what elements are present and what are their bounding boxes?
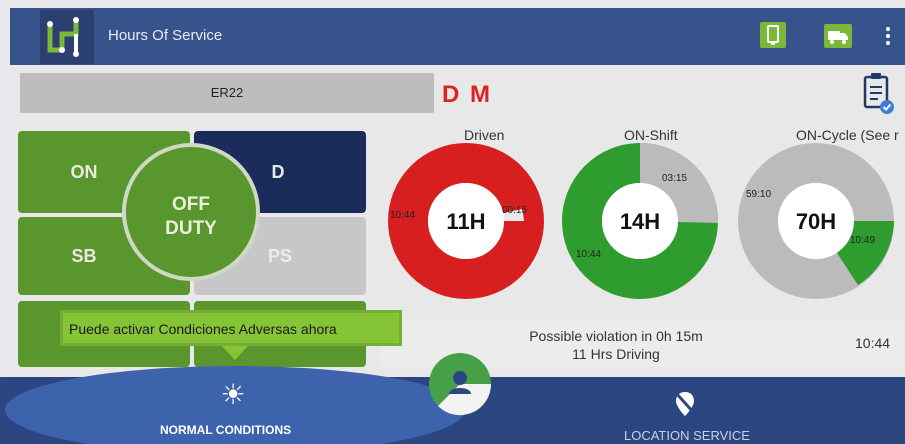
on-cycle-right-value: 10:49 [850, 235, 875, 246]
on-cycle-gauge: 70H 59:10 10:49 [738, 143, 894, 299]
current-status-off-duty[interactable]: OFF DUTY [122, 143, 260, 281]
sun-icon: ☀ [220, 379, 246, 410]
on-shift-left-value: 10:44 [576, 249, 601, 260]
vehicle-selector[interactable]: ER22 [20, 73, 434, 113]
app-title: Hours Of Service [108, 27, 223, 44]
phone-icon[interactable] [760, 22, 786, 48]
driven-right-value: 00:15 [502, 205, 527, 216]
violation-line-2: 11 Hrs Driving [572, 346, 660, 362]
driven-left-value: 10:44 [390, 210, 415, 221]
truck-icon[interactable] [824, 24, 852, 48]
tooltip-text: Puede activar Condiciones Adversas ahora [69, 321, 337, 337]
driven-gauge: 11H 10:44 00:15 [388, 143, 544, 299]
driven-center-label: 11H [446, 209, 485, 234]
clipboard-check-icon[interactable] [861, 71, 895, 115]
app-frame: Hours Of Service ER22 D M ON D SB PS OFF… [0, 0, 905, 444]
on-cycle-left-value: 59:10 [746, 189, 771, 200]
location-service-label[interactable]: LOCATION SERVICE [624, 428, 750, 443]
on-shift-center-label: 14H [620, 209, 660, 234]
gauge-title-on-cycle: ON-Cycle (See r [796, 127, 899, 143]
on-shift-right-value: 03:15 [662, 173, 687, 184]
violation-text: Possible violation in 0h 15m 11 Hrs Driv… [506, 327, 726, 363]
more-vert-icon[interactable] [882, 24, 894, 50]
normal-conditions-label[interactable]: NORMAL CONDITIONS [160, 423, 291, 437]
driving-mode-indicator: D M [442, 81, 492, 108]
on-cycle-center-label: 70H [796, 209, 836, 234]
violation-time: 10:44 [855, 335, 891, 351]
location-off-icon[interactable] [673, 390, 697, 418]
tooltip-arrow [222, 346, 248, 360]
person-fab-button[interactable] [428, 352, 492, 416]
gauge-title-driven: Driven [464, 127, 505, 143]
on-shift-gauge: 14H 10:44 03:15 [562, 143, 718, 299]
app-bar: Hours Of Service [10, 8, 905, 65]
violation-line-1: Possible violation in 0h 15m [529, 328, 703, 344]
adverse-conditions-tooltip: Puede activar Condiciones Adversas ahora [60, 310, 402, 346]
gauge-title-on-shift: ON-Shift [624, 127, 678, 143]
app-logo-icon [40, 10, 94, 64]
